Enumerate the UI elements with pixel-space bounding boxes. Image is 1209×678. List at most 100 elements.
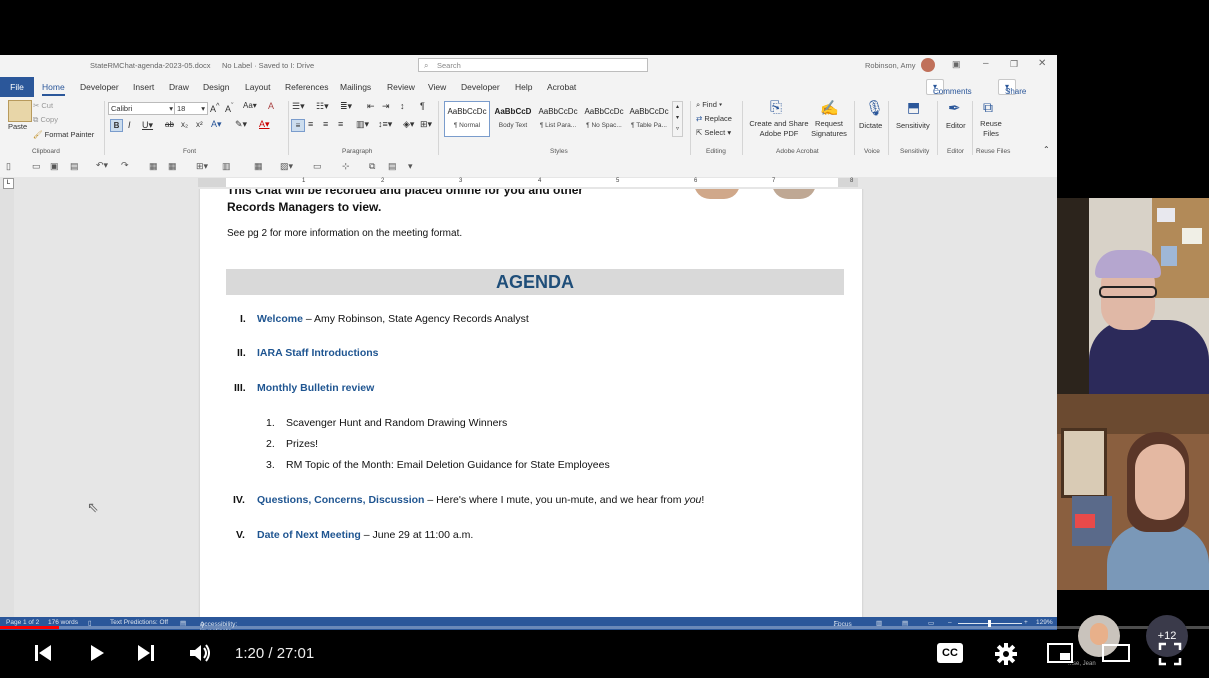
new-document-icon[interactable]: ▯ (6, 161, 11, 172)
align-center-icon[interactable]: ≡ (308, 119, 313, 129)
participant-video-1[interactable] (1057, 198, 1209, 394)
settings-gear-icon[interactable] (994, 642, 1018, 666)
customize-qat-icon[interactable]: ▾ (408, 161, 413, 172)
search-input[interactable]: ⌕ Search (418, 58, 648, 72)
bullets-icon[interactable]: ☰▾ (292, 101, 305, 112)
sensitivity-button[interactable]: Sensitivity (896, 121, 930, 130)
sort-icon[interactable]: ↕ (400, 101, 405, 111)
word-count[interactable]: 176 words (48, 619, 78, 626)
font-size-select[interactable]: 18 ▾ (174, 102, 208, 115)
save-icon[interactable]: ▣ (50, 161, 59, 172)
restore-icon[interactable]: ❐ (1010, 59, 1018, 70)
copy-format-icon[interactable]: ⧉ (369, 161, 375, 172)
request-signatures-button[interactable]: Request Signatures (808, 119, 850, 139)
miniplayer-icon[interactable] (1046, 642, 1074, 664)
style-normal[interactable]: AaBbCcDc ¶ Normal (444, 101, 490, 137)
text-predictions[interactable]: Text Predictions: Off (110, 619, 168, 626)
align-left-icon[interactable]: ≡ (291, 119, 305, 132)
tab-developer[interactable]: Developer (80, 82, 119, 92)
paste-button[interactable]: Paste (8, 122, 27, 131)
justify-icon[interactable]: ≡ (338, 119, 343, 129)
tab-view[interactable]: View (428, 82, 446, 92)
clear-format-icon[interactable]: A (268, 101, 274, 111)
dictate-button[interactable]: Dictate (859, 121, 882, 130)
tab-developer-2[interactable]: Developer (461, 82, 500, 92)
shrink-font-icon[interactable]: Aˇ (225, 101, 234, 114)
line-spacing-icon[interactable]: ↕≡▾ (378, 119, 392, 130)
editor-button[interactable]: Editor (946, 121, 966, 130)
tab-draw[interactable]: Draw (169, 82, 189, 92)
ribbon-display-icon[interactable]: ▣ (952, 59, 961, 70)
fullscreen-icon[interactable] (1158, 642, 1182, 666)
strikethrough-icon[interactable]: ab (165, 120, 174, 129)
print-preview-icon[interactable]: ▤ (70, 161, 79, 172)
style-body-text[interactable]: AaBbCcD Body Text (491, 101, 535, 135)
play-icon[interactable] (86, 642, 108, 664)
columns-icon[interactable]: ▥▾ (356, 119, 369, 130)
tab-references[interactable]: References (285, 82, 328, 92)
find-button[interactable]: ⌕ Find ▾ (696, 100, 722, 110)
zoom-level[interactable]: 129% (1036, 619, 1053, 626)
subscript-icon[interactable]: x₂ (181, 120, 188, 129)
minimize-icon[interactable]: – (983, 58, 989, 69)
grow-font-icon[interactable]: A^ (210, 101, 220, 114)
numbering-icon[interactable]: ☷▾ (316, 101, 329, 112)
font-name-select[interactable]: Calibri ▾ (108, 102, 176, 115)
sitemap-icon[interactable]: ⊹ (342, 161, 350, 172)
style-table-paragraph[interactable]: AaBbCcDc ¶ Table Pa... (627, 101, 671, 135)
superscript-icon[interactable]: x² (196, 120, 203, 129)
open-folder-icon[interactable]: ▭ (32, 161, 41, 172)
copy-button[interactable]: ⧉ Copy (33, 115, 58, 125)
cut-button[interactable]: ✂ Cut (33, 101, 53, 110)
tab-selector-icon[interactable]: L (3, 178, 14, 189)
decrease-indent-icon[interactable]: ⇤ (367, 101, 375, 112)
shading-icon[interactable]: ◈▾ (403, 119, 414, 130)
document-canvas[interactable]: ⇖ This Chat will be recorded and placed … (0, 189, 1057, 617)
document-page[interactable]: This Chat will be recorded and placed on… (200, 189, 862, 617)
collapse-ribbon-icon[interactable]: ⌃ (1043, 145, 1050, 154)
format-painter-button[interactable]: 🖌 Format Painter (33, 130, 94, 139)
italic-icon[interactable]: I (128, 120, 131, 130)
bold-icon[interactable]: B (110, 119, 123, 132)
previous-icon[interactable] (32, 642, 54, 664)
styles-scroll-icon[interactable]: ▴ ▾ ▿ (672, 101, 683, 137)
captions-icon[interactable]: CC (937, 643, 963, 663)
select-button[interactable]: ⇱ Select ▾ (696, 128, 731, 137)
comment-insert-icon[interactable]: ▭ (313, 161, 322, 172)
table-icon[interactable]: ▦ (149, 161, 158, 172)
tab-insert[interactable]: Insert (133, 82, 154, 92)
text-effects-icon[interactable]: A▾ (211, 119, 222, 130)
share-button[interactable]: ⇪ Share ▾ (998, 79, 1026, 96)
progress-bar[interactable] (0, 626, 1209, 629)
tab-mailings[interactable]: Mailings (340, 82, 371, 92)
zoom-in-icon[interactable]: + (1024, 619, 1028, 626)
tab-review[interactable]: Review (387, 82, 415, 92)
page-count[interactable]: Page 1 of 2 (6, 619, 39, 626)
layout-icon[interactable]: ▥ (222, 161, 231, 172)
font-color-icon[interactable]: A▾ (259, 119, 270, 130)
avatar[interactable] (921, 58, 935, 72)
participant-video-2[interactable] (1057, 394, 1209, 590)
increase-indent-icon[interactable]: ⇥ (382, 101, 390, 112)
zoom-out-icon[interactable]: – (948, 619, 952, 626)
insert-row-icon[interactable]: ⊞▾ (196, 161, 208, 172)
multilevel-list-icon[interactable]: ≣▾ (340, 101, 352, 112)
tab-layout[interactable]: Layout (245, 82, 271, 92)
theater-mode-icon[interactable] (1101, 642, 1131, 664)
comments-button[interactable]: ▭ Comments ▾ (926, 79, 972, 96)
volume-icon[interactable] (188, 642, 212, 664)
redo-icon[interactable]: ↷ (121, 160, 129, 171)
next-icon[interactable] (135, 642, 157, 664)
table-grid-icon[interactable]: ▦ (168, 161, 177, 172)
style-no-spacing[interactable]: AaBbCcDc ¶ No Spac... (582, 101, 626, 135)
tab-help[interactable]: Help (515, 82, 532, 92)
change-case-icon[interactable]: Aa▾ (243, 101, 257, 110)
tab-design[interactable]: Design (203, 82, 229, 92)
show-marks-icon[interactable]: ¶ (420, 101, 425, 111)
picture-icon[interactable]: ▨▾ (280, 161, 293, 172)
align-right-icon[interactable]: ≡ (323, 119, 328, 129)
close-icon[interactable]: ✕ (1038, 58, 1046, 69)
highlight-icon[interactable]: ✎▾ (235, 119, 247, 130)
underline-icon[interactable]: U▾ (142, 120, 153, 131)
reuse-files-button[interactable]: Reuse Files (978, 119, 1004, 139)
